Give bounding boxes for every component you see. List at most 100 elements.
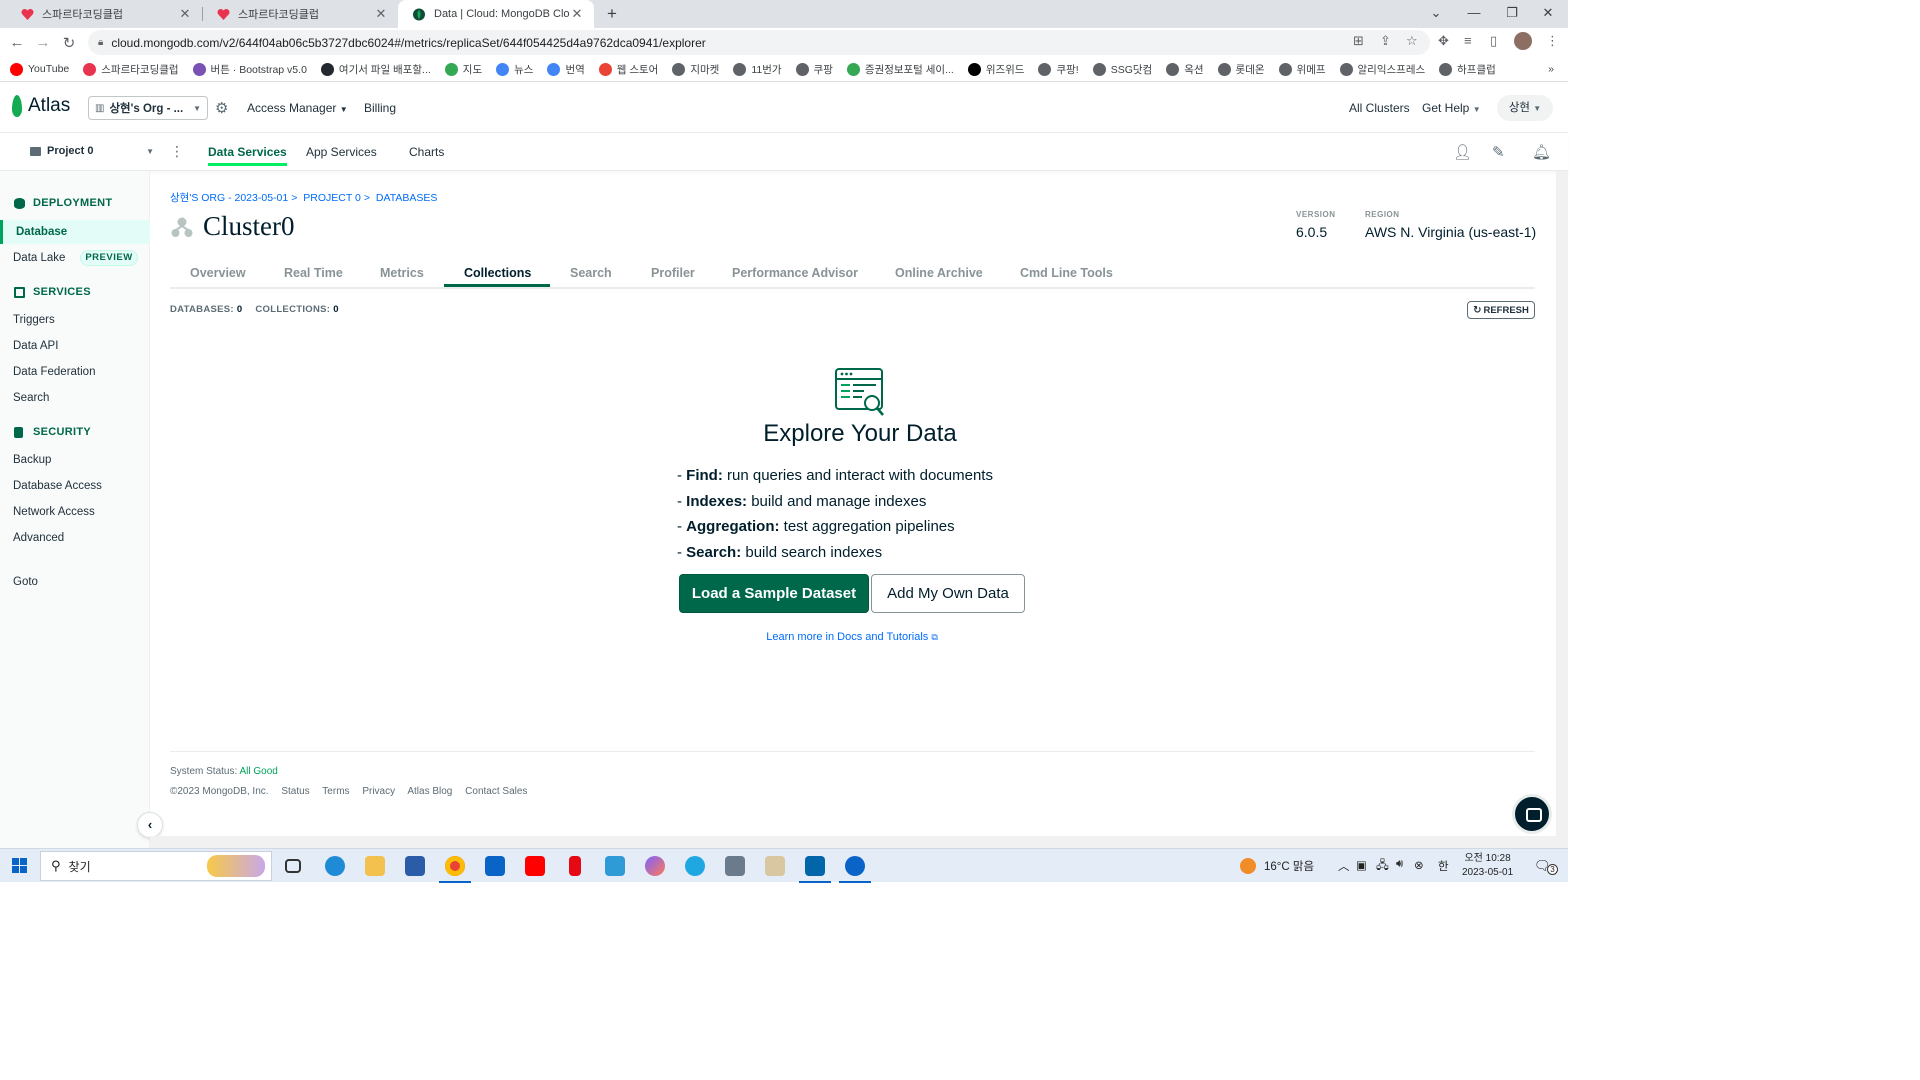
paint-icon[interactable] (645, 856, 665, 876)
share-icon[interactable]: ⇪ (1380, 33, 1391, 49)
bookmark-star-icon[interactable]: ☆ (1406, 33, 1418, 49)
sidebar-item-backup[interactable]: Backup (13, 454, 51, 466)
tab-search-icon[interactable]: ⌄ (1416, 0, 1456, 28)
app-icon[interactable] (839, 856, 871, 883)
collapse-sidebar-button[interactable]: ‹ (137, 812, 163, 838)
bookmark-item[interactable]: 11번가 (733, 62, 782, 77)
close-tab-icon[interactable]: ✕ (374, 6, 388, 22)
learn-more-link[interactable]: Learn more in Docs and Tutorials ⧉ (600, 631, 1104, 643)
windows-start-icon[interactable] (12, 858, 27, 873)
restore-button[interactable]: ❐ (1492, 0, 1532, 28)
support-chat-button[interactable] (1512, 794, 1552, 834)
browser-tab-sparta-2[interactable]: 스파르타코딩클럽 ✕ (202, 0, 398, 28)
tab-data-services[interactable]: Data Services (208, 145, 287, 166)
app-icon[interactable] (765, 856, 785, 876)
footer-link-contact-sales[interactable]: Contact Sales (465, 786, 527, 797)
new-tab-button[interactable]: + (602, 4, 622, 24)
show-hidden-icons-icon[interactable]: ︿ (1338, 858, 1350, 874)
sidebar-item-data-lake[interactable]: Data Lake (13, 252, 65, 264)
bookmark-item[interactable]: 지도 (444, 62, 482, 77)
get-help-menu[interactable]: Get Help ▼ (1422, 101, 1481, 115)
system-status-value[interactable]: All Good (239, 766, 277, 777)
lock-icon[interactable]: 🔒︎ (98, 37, 103, 48)
bookmark-item[interactable]: 여기서 파일 배포할... (320, 62, 431, 77)
extensions-icon[interactable]: ✥ (1438, 33, 1449, 49)
minimize-button[interactable]: — (1454, 0, 1494, 28)
footer-link-terms[interactable]: Terms (322, 786, 349, 797)
bookmark-item[interactable]: 번역 (547, 62, 585, 77)
internet-explorer-icon[interactable] (685, 856, 705, 876)
access-manager-menu[interactable]: Access Manager ▼ (247, 101, 348, 115)
bookmark-item[interactable]: YouTube (10, 62, 69, 76)
task-view-icon[interactable] (285, 859, 301, 873)
tab-app-services[interactable]: App Services (306, 145, 377, 159)
project-selector[interactable]: Project 0 ▼ (30, 145, 154, 157)
netflix-icon[interactable] (569, 856, 581, 876)
atlas-logo[interactable]: Atlas (12, 95, 70, 117)
organization-selector[interactable]: ▥ 상현's Org - ... ▼ (88, 96, 208, 120)
tab-performance-advisor[interactable]: Performance Advisor (732, 266, 858, 280)
sidebar-item-data-federation[interactable]: Data Federation (13, 366, 95, 378)
close-window-button[interactable]: ✕ (1528, 0, 1568, 28)
bookmark-item[interactable]: 쿠팡 (795, 62, 833, 77)
tab-metrics[interactable]: Metrics (380, 266, 424, 280)
bookmark-item[interactable]: 옥션 (1166, 62, 1204, 77)
reload-icon[interactable]: ↻ (56, 34, 82, 52)
tray-app-icon[interactable]: ▣ (1356, 858, 1367, 872)
close-tab-icon[interactable]: ✕ (178, 6, 192, 22)
breadcrumb-project[interactable]: PROJECT 0 (303, 192, 361, 204)
bookmark-item[interactable]: 쿠팡! (1038, 62, 1079, 77)
weather-sun-icon[interactable] (1240, 858, 1256, 874)
volume-icon[interactable]: 🔊︎ (1396, 858, 1403, 871)
breadcrumb-databases[interactable]: DATABASES (376, 192, 437, 204)
project-options-icon[interactable]: ⋮ (170, 143, 184, 160)
sidebar-item-data-api[interactable]: Data API (13, 340, 58, 352)
tray-status-icon[interactable]: ⊗ (1414, 858, 1424, 872)
vscode-icon[interactable] (799, 856, 831, 883)
bookmark-item[interactable]: 알리익스프레스 (1339, 62, 1425, 77)
add-my-own-data-button[interactable]: Add My Own Data (871, 574, 1025, 613)
vertical-scrollbar[interactable] (1556, 171, 1568, 848)
reading-list-icon[interactable]: ≡ (1464, 33, 1472, 48)
chrome-icon[interactable] (439, 856, 471, 883)
load-sample-dataset-button[interactable]: Load a Sample Dataset (679, 574, 869, 613)
network-icon[interactable]: 🖧︎ (1376, 858, 1389, 877)
footer-link-privacy[interactable]: Privacy (362, 786, 395, 797)
sidebar-item-triggers[interactable]: Triggers (13, 314, 55, 326)
breadcrumb-org[interactable]: 상현'S ORG - 2023-05-01 (170, 192, 288, 204)
refresh-button[interactable]: ↻ REFRESH (1467, 301, 1535, 319)
edge-browser-icon[interactable] (325, 856, 345, 876)
taskbar-clock[interactable]: 오전 10:28 2023-05-01 (1462, 852, 1513, 880)
sidebar-item-search[interactable]: Search (13, 392, 49, 404)
bookmark-item[interactable]: 롯데온 (1217, 62, 1265, 77)
file-explorer-icon[interactable] (365, 856, 385, 876)
taskbar-search-input[interactable]: ⚲ 찾기 (40, 851, 272, 881)
bookmark-item[interactable]: 위즈위드 (967, 62, 1024, 77)
footer-link-status[interactable]: Status (281, 786, 309, 797)
sidebar-item-goto[interactable]: Goto (13, 576, 38, 588)
horizontal-scrollbar[interactable] (150, 836, 1556, 848)
tab-search[interactable]: Search (570, 266, 612, 280)
browser-tab-mongodb[interactable]: Data | Cloud: MongoDB Cloud ✕ (398, 0, 594, 28)
bookmark-item[interactable]: 웹 스토어 (598, 62, 658, 77)
close-tab-icon[interactable]: ✕ (570, 6, 584, 22)
weather-text[interactable]: 16°C 맑음 (1264, 858, 1314, 874)
back-icon[interactable]: ← (4, 34, 30, 51)
tab-overview[interactable]: Overview (190, 266, 246, 280)
address-bar[interactable]: 🔒︎ cloud.mongodb.com/v2/644f04ab06c5b372… (88, 30, 1430, 55)
tab-real-time[interactable]: Real Time (284, 266, 343, 280)
tab-online-archive[interactable]: Online Archive (895, 266, 983, 280)
bookmark-item[interactable]: 뉴스 (496, 62, 533, 77)
browser-menu-icon[interactable]: ⋮ (1546, 33, 1559, 49)
profile-avatar[interactable] (1514, 32, 1532, 50)
sidebar-item-advanced[interactable]: Advanced (13, 532, 64, 544)
footer-link-atlas-blog[interactable]: Atlas Blog (407, 786, 452, 797)
forward-icon[interactable]: → (30, 34, 56, 51)
gear-icon[interactable]: ⚙ (215, 99, 228, 117)
sidebar-item-network-access[interactable]: Network Access (13, 506, 95, 518)
tab-charts[interactable]: Charts (409, 145, 444, 159)
sidebar-item-database[interactable]: Database (0, 220, 150, 244)
calculator-icon[interactable] (725, 856, 745, 876)
bookmark-item[interactable]: 위메프 (1278, 62, 1326, 77)
activity-feed-icon[interactable]: ✎ (1492, 143, 1505, 161)
